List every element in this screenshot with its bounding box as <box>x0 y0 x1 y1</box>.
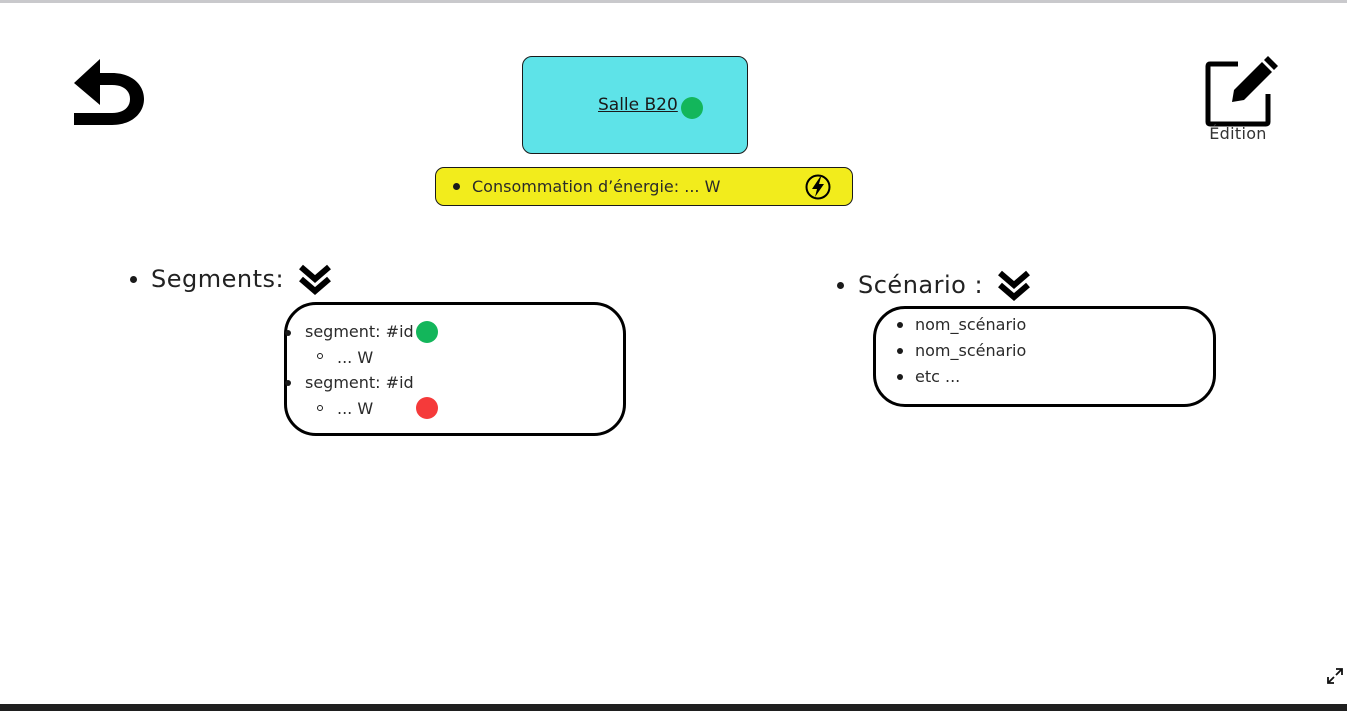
chevron-double-down-icon[interactable] <box>997 268 1031 302</box>
edit-icon <box>1205 56 1278 127</box>
back-button[interactable] <box>70 55 150 131</box>
room-name-link[interactable]: Salle B20 <box>598 95 678 115</box>
bullet <box>130 275 137 283</box>
segment-status-indicator <box>416 321 438 343</box>
segment-power: ... W <box>337 399 374 418</box>
bullet <box>453 183 460 190</box>
segments-title: Segments: <box>151 265 285 293</box>
segment-label: segment: #id <box>305 322 414 341</box>
energy-consumption-bar: Consommation d’énergie: ... W <box>435 167 853 206</box>
expand-icon[interactable] <box>1326 667 1344 685</box>
top-divider <box>0 0 1347 3</box>
scenario-title: Scénario : <box>858 271 984 299</box>
scenario-item[interactable]: nom_scénario <box>915 315 1026 334</box>
bullet <box>285 330 291 336</box>
scenario-section-header: Scénario : <box>837 268 1031 302</box>
sub-bullet <box>317 405 323 411</box>
room-card: Salle B20 <box>522 56 748 154</box>
scenario-item[interactable]: nom_scénario <box>915 341 1026 360</box>
edit-button[interactable]: Édition <box>1195 54 1281 150</box>
bullet <box>285 380 291 386</box>
chevron-double-down-icon[interactable] <box>298 262 332 296</box>
scenario-item[interactable]: etc ... <box>915 367 960 386</box>
lightning-icon <box>805 174 831 200</box>
bullet <box>897 348 903 354</box>
sub-bullet <box>317 353 323 359</box>
bullet <box>897 322 903 328</box>
edit-label: Édition <box>1209 124 1267 143</box>
bottom-bar <box>0 704 1347 711</box>
bullet <box>837 281 844 289</box>
bullet <box>897 374 903 380</box>
undo-arrow-icon <box>74 59 144 125</box>
energy-consumption-label: Consommation d’énergie: ... W <box>472 177 721 196</box>
room-status-indicator <box>681 97 703 119</box>
segment-status-indicator <box>416 397 438 419</box>
segments-section-header: Segments: <box>130 262 332 296</box>
segment-label: segment: #id <box>305 373 414 392</box>
segment-power: ... W <box>337 348 374 367</box>
